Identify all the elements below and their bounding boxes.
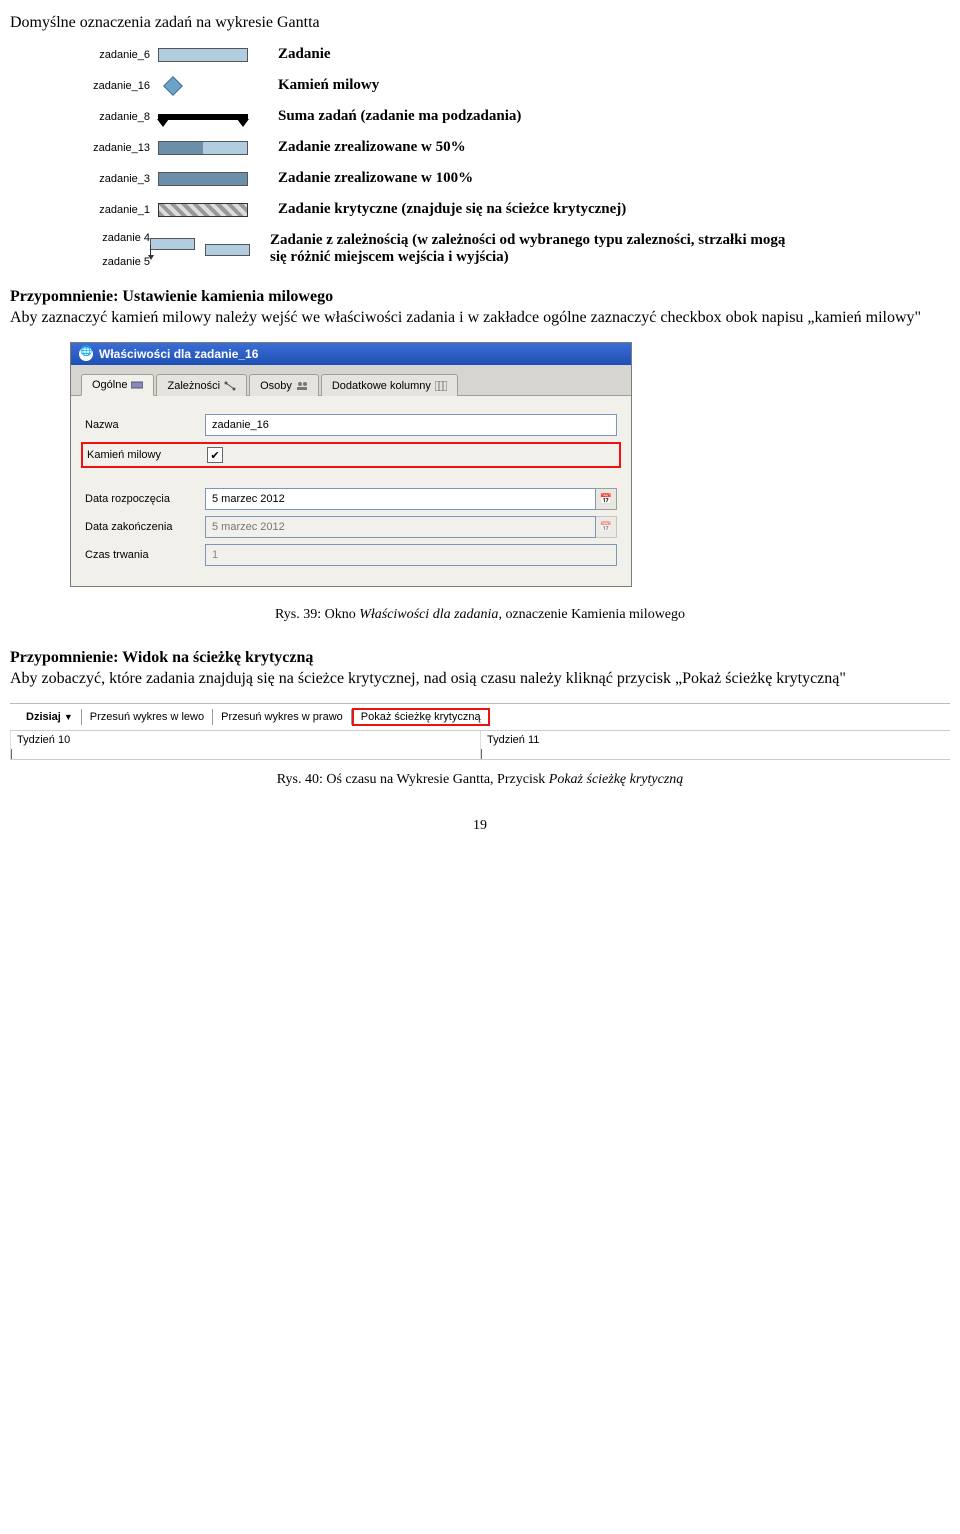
columns-icon bbox=[435, 381, 447, 391]
today-button[interactable]: Dzisiaj ▼ bbox=[18, 709, 82, 725]
legend-desc: Zadanie krytyczne (znajduje się na ścież… bbox=[278, 201, 626, 218]
dialog-tabs: Ogólne Zależności Osoby Dodatkowe kolumn… bbox=[71, 365, 631, 396]
legend-label: zadanie_1 bbox=[50, 204, 158, 216]
summary-bar-icon bbox=[158, 114, 258, 120]
today-label: Dzisiaj bbox=[26, 711, 61, 723]
row-end-date: Data zakończenia 5 marzec 2012 📅 bbox=[85, 516, 617, 538]
legend-row-100pct: zadanie_3 Zadanie zrealizowane w 100% bbox=[50, 170, 950, 187]
milestone-icon bbox=[158, 79, 258, 93]
half-bar-icon bbox=[158, 141, 258, 155]
page-heading: Domyślne oznaczenia zadań na wykresie Ga… bbox=[10, 14, 950, 32]
legend-desc: Zadanie zrealizowane w 100% bbox=[278, 170, 473, 187]
legend-row-summary: zadanie_8 Suma zadań (zadanie ma podzada… bbox=[50, 108, 950, 125]
tab-label: Zależności bbox=[167, 380, 220, 392]
full-bar-icon bbox=[158, 172, 258, 186]
legend-desc: Suma zadań (zadanie ma podzadania) bbox=[278, 108, 521, 125]
legend-label: zadanie_3 bbox=[50, 173, 158, 185]
tab-label: Dodatkowe kolumny bbox=[332, 380, 431, 392]
week-cell: Tydzień 10 bbox=[10, 731, 480, 759]
row-milestone: Kamień milowy ✔ bbox=[81, 442, 621, 468]
show-critical-path-button[interactable]: Pokaż ścieżkę krytyczną bbox=[352, 708, 490, 726]
tab-label: Ogólne bbox=[92, 379, 127, 391]
legend-label: zadanie 5 bbox=[50, 256, 158, 268]
reminder-1-title: Przypomnienie: Ustawienie kamienia milow… bbox=[10, 288, 950, 306]
timeline-toolbar-screenshot: Dzisiaj ▼ Przesuń wykres w lewo Przesuń … bbox=[10, 703, 950, 760]
legend-row-dependency: zadanie 4 zadanie 5 Zadanie z zależności… bbox=[50, 232, 950, 268]
gantt-legend: zadanie_6 Zadanie zadanie_16 Kamień milo… bbox=[50, 46, 950, 268]
calendar-icon: 📅 bbox=[596, 516, 617, 538]
legend-label: zadanie 4 bbox=[50, 232, 158, 244]
people-icon bbox=[296, 381, 308, 391]
caption-italic: Pokaż ścieżkę krytyczną bbox=[549, 772, 684, 787]
input-duration: 1 bbox=[205, 544, 617, 566]
figure-caption-40: Rys. 40: Oś czasu na Wykresie Gantta, Pr… bbox=[10, 772, 950, 788]
legend-row-milestone: zadanie_16 Kamień milowy bbox=[50, 77, 950, 94]
reminder-2-title: Przypomnienie: Widok na ścieżkę krytyczn… bbox=[10, 649, 950, 667]
shift-right-button[interactable]: Przesuń wykres w prawo bbox=[213, 709, 352, 725]
legend-desc: Kamień milowy bbox=[278, 77, 379, 94]
legend-label: zadanie_6 bbox=[50, 49, 158, 61]
caption-prefix: Rys. 40: Oś czasu na Wykresie Gantta, Pr… bbox=[277, 772, 549, 787]
legend-desc: Zadanie bbox=[278, 46, 331, 63]
reminder-1-text: Aby zaznaczyć kamień milowy należy wejść… bbox=[10, 308, 950, 328]
figure-caption-39: Rys. 39: Okno Właściwości dla zadania, o… bbox=[10, 607, 950, 623]
label-end-date: Data zakończenia bbox=[85, 521, 205, 533]
caption-suffix: , oznaczenie Kamienia milowego bbox=[498, 607, 685, 622]
caption-italic: Właściwości dla zadania bbox=[359, 607, 498, 622]
dropdown-icon: ▼ bbox=[64, 712, 73, 722]
legend-row-critical: zadanie_1 Zadanie krytyczne (znajduje si… bbox=[50, 201, 950, 218]
tab-dependencies[interactable]: Zależności bbox=[156, 374, 247, 396]
legend-desc: Zadanie z zależnością (w zależności od w… bbox=[270, 232, 790, 266]
timeline-header: Tydzień 10 Tydzień 11 bbox=[10, 731, 950, 760]
legend-label: zadanie_8 bbox=[50, 111, 158, 123]
task-bar-icon bbox=[158, 48, 258, 62]
week-cell: Tydzień 11 bbox=[480, 731, 950, 759]
row-duration: Czas trwania 1 bbox=[85, 544, 617, 566]
caption-prefix: Rys. 39: Okno bbox=[275, 607, 359, 622]
calendar-icon[interactable]: 📅 bbox=[596, 488, 617, 510]
tab-label: Osoby bbox=[260, 380, 292, 392]
label-start-date: Data rozpoczęcia bbox=[85, 493, 205, 505]
label-duration: Czas trwania bbox=[85, 549, 205, 561]
timeline-toolbar: Dzisiaj ▼ Przesuń wykres w lewo Przesuń … bbox=[10, 704, 950, 731]
trailing-toolbar bbox=[490, 709, 509, 725]
dependency-icon bbox=[150, 232, 250, 256]
row-name: Nazwa zadanie_16 bbox=[85, 414, 617, 436]
legend-label: zadanie_16 bbox=[50, 80, 158, 92]
input-name[interactable]: zadanie_16 bbox=[205, 414, 617, 436]
page-number: 19 bbox=[10, 818, 950, 834]
shift-left-button[interactable]: Przesuń wykres w lewo bbox=[82, 709, 213, 725]
general-icon bbox=[131, 380, 143, 390]
checkbox-milestone[interactable]: ✔ bbox=[207, 447, 223, 463]
tab-general[interactable]: Ogólne bbox=[81, 374, 154, 396]
legend-label: zadanie_13 bbox=[50, 142, 158, 154]
dialog-title: Właściwości dla zadanie_16 bbox=[99, 347, 258, 361]
links-icon bbox=[224, 381, 236, 391]
app-icon bbox=[79, 347, 93, 361]
label-milestone: Kamień milowy bbox=[87, 449, 207, 461]
dialog-body: Nazwa zadanie_16 Kamień milowy ✔ Data ro… bbox=[71, 396, 631, 586]
legend-row-50pct: zadanie_13 Zadanie zrealizowane w 50% bbox=[50, 139, 950, 156]
legend-desc: Zadanie zrealizowane w 50% bbox=[278, 139, 466, 156]
input-start-date[interactable]: 5 marzec 2012 bbox=[205, 488, 596, 510]
tab-columns[interactable]: Dodatkowe kolumny bbox=[321, 374, 458, 396]
label-name: Nazwa bbox=[85, 419, 205, 431]
reminder-2-text: Aby zobaczyć, które zadania znajdują się… bbox=[10, 669, 950, 689]
critical-bar-icon bbox=[158, 203, 258, 217]
row-start-date: Data rozpoczęcia 5 marzec 2012 📅 bbox=[85, 488, 617, 510]
tab-people[interactable]: Osoby bbox=[249, 374, 319, 396]
legend-row-task: zadanie_6 Zadanie bbox=[50, 46, 950, 63]
input-end-date: 5 marzec 2012 bbox=[205, 516, 596, 538]
properties-dialog: Właściwości dla zadanie_16 Ogólne Zależn… bbox=[70, 342, 632, 587]
dialog-titlebar: Właściwości dla zadanie_16 bbox=[71, 343, 631, 365]
